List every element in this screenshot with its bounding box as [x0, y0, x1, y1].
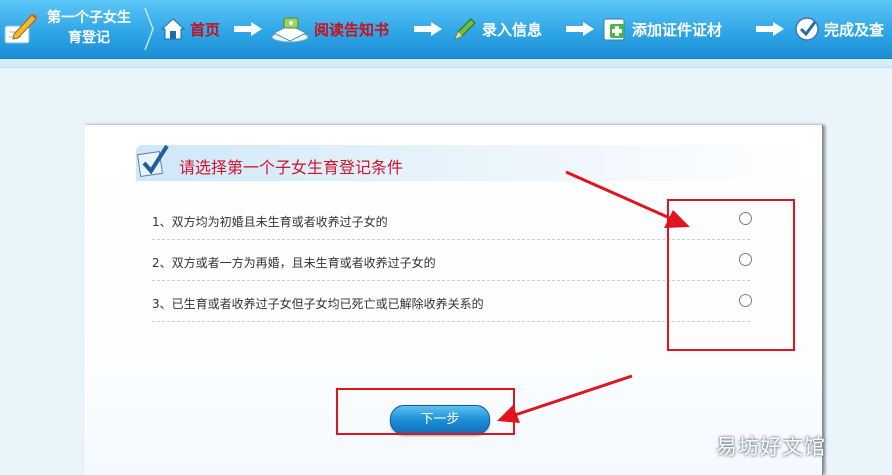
condition-option-1[interactable]: 1、双方均为初婚且未生育或者收养过子女的 — [152, 199, 750, 240]
check-circle-icon — [795, 17, 819, 41]
step-label-add-documents: 添加证件证材 — [632, 20, 723, 39]
watermark: 易坊好文馆 — [716, 435, 826, 459]
step-read-notice[interactable]: 阅读告知书 — [270, 0, 389, 58]
step-label-finish: 完成及查 — [824, 20, 885, 39]
annotation-box-radios — [667, 199, 795, 351]
step-label-enter-info: 录入信息 — [482, 20, 543, 39]
condition-option-2[interactable]: 2、双方或者一方为再婚，且未生育或者收养过子女的 — [152, 240, 750, 281]
arrow-right-icon — [756, 22, 784, 36]
step-label-home: 首页 — [190, 20, 221, 39]
option-label: 3、已生育或者收养过子女但子女均已死亡或已解除收养关系的 — [152, 297, 484, 311]
checkbox-check-icon — [137, 144, 169, 177]
condition-option-3[interactable]: 3、已生育或者收养过子女但子女均已死亡或已解除收养关系的 — [152, 281, 750, 322]
brand-title: 第一个子女生育登记 — [47, 10, 131, 46]
step-home[interactable]: 首页 — [160, 0, 220, 58]
book-icon — [271, 17, 309, 43]
step-finish[interactable]: 完成及查 — [794, 0, 884, 58]
home-icon — [160, 18, 186, 40]
option-label: 2、双方或者一方为再婚，且未生育或者收养过子女的 — [152, 256, 436, 270]
step-navigation-bar: 第一个子女生育登记 首页 阅读告知书 录入信息 添加证件证材 完成及查 — [0, 0, 892, 59]
arrow-right-icon — [566, 22, 594, 36]
option-label: 1、双方均为初婚且未生育或者收养过子女的 — [152, 215, 388, 229]
step-add-documents[interactable]: 添加证件证材 — [602, 0, 722, 58]
add-document-icon — [603, 18, 625, 41]
annotation-box-button — [336, 388, 515, 435]
pen-edit-icon — [4, 14, 37, 44]
arrow-right-icon — [234, 22, 262, 36]
panel-title: 请选择第一个子女生育登记条件 — [179, 158, 404, 177]
step-enter-info[interactable]: 录入信息 — [452, 0, 542, 58]
step-label-read-notice: 阅读告知书 — [314, 20, 390, 39]
header-band — [0, 59, 892, 68]
divider-chevron — [144, 8, 154, 50]
pencil-icon — [454, 18, 476, 40]
brand: 第一个子女生育登记 — [0, 0, 142, 58]
arrow-right-icon — [414, 22, 442, 36]
